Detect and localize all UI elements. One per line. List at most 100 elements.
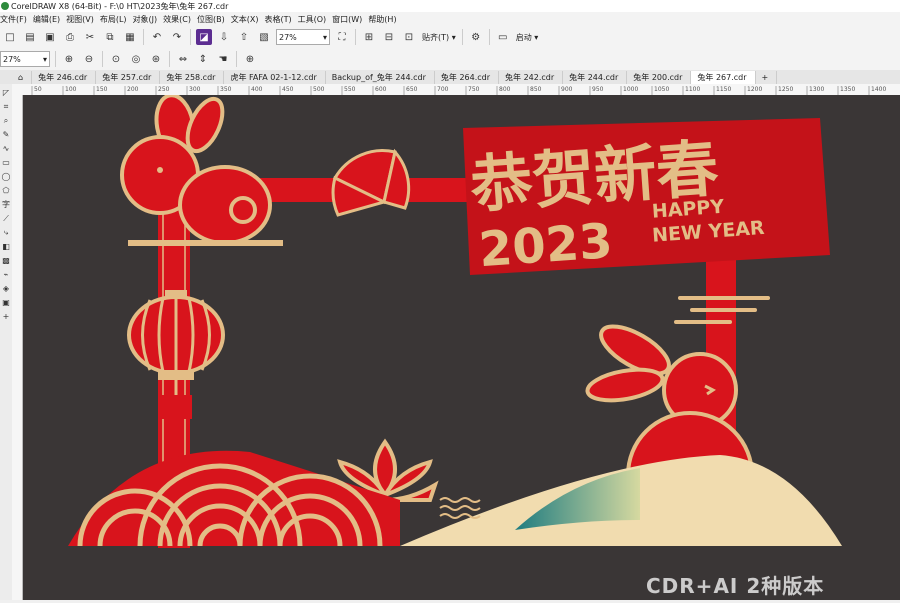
coreldraw-logo-icon [1,2,9,10]
zoom-selected-icon[interactable]: ⊙ [108,51,124,67]
drawing-canvas[interactable]: 恭贺新春 2023 HAPPY NEW YEAR [23,93,900,600]
tab-doc-244[interactable]: 兔年 244.cdr [563,71,628,84]
ruler-label: 500 [313,86,325,93]
zoom-width-icon[interactable]: ⇔ [175,51,191,67]
add-tab-icon[interactable]: + [756,71,778,84]
launch-dropdown[interactable]: 启动 ▾ [513,32,542,43]
ruler-label: 300 [189,86,201,93]
ruler-label: 900 [561,86,573,93]
export-icon[interactable]: ⇧ [236,29,252,45]
tab-doc-257[interactable]: 兔年 257.cdr [96,71,161,84]
chevron-down-icon: ▾ [534,32,539,42]
ruler-label: 250 [158,86,170,93]
zoom-out-icon[interactable]: ⊖ [81,51,97,67]
add-plus-icon[interactable]: ⊕ [242,51,258,67]
zoom-level-select[interactable]: 27% ▾ [276,29,330,45]
cut-icon[interactable]: ✂ [82,29,98,45]
rectangle-tool-icon[interactable]: ▭ [1,158,11,168]
polygon-tool-icon[interactable]: ⬠ [1,186,11,196]
transparency-tool-icon[interactable]: ▩ [1,256,11,266]
zoom-level-input[interactable]: 27% ▾ [0,51,50,67]
menu-window[interactable]: 窗口(W) [332,14,368,25]
tab-doc-242[interactable]: 兔年 242.cdr [499,71,564,84]
menu-file[interactable]: 文件(F) [0,14,33,25]
new-document-icon[interactable]: □ [2,29,18,45]
undo-icon[interactable]: ↶ [149,29,165,45]
menu-layout[interactable]: 布局(L) [100,14,133,25]
chevron-down-icon: ▾ [451,32,456,42]
lantern-ornament [127,290,225,395]
shape-tool-icon[interactable]: ◸ [1,88,11,98]
zoom-all-objects-icon[interactable]: ◎ [128,51,144,67]
ruler-label: 50 [34,86,42,93]
frame-left-band [158,395,192,419]
smart-fill-icon[interactable]: ▣ [1,298,11,308]
ruler-label: 200 [127,86,139,93]
tab-doc-backup-244[interactable]: Backup_of_兔年 244.cdr [326,71,435,84]
eyedropper-icon[interactable]: ⌁ [1,270,11,280]
interactive-fill-icon[interactable]: ◈ [1,284,11,294]
home-icon[interactable]: ⌂ [12,71,33,84]
paste-icon[interactable]: ▦ [122,29,138,45]
ellipse-tool-icon[interactable]: ◯ [1,172,11,182]
parallel-dimension-icon[interactable]: ⟋ [1,214,11,224]
full-screen-icon[interactable]: ⛶ [334,29,350,45]
menu-edit[interactable]: 编辑(E) [33,14,66,25]
document-tabs: ⌂ 兔年 246.cdr 兔年 257.cdr 兔年 258.cdr 虎年 FA… [0,70,900,84]
tab-doc-258[interactable]: 兔年 258.cdr [160,71,225,84]
drop-shadow-icon[interactable]: ◧ [1,242,11,252]
menu-table[interactable]: 表格(T) [264,14,297,25]
tab-doc-246[interactable]: 兔年 246.cdr [32,71,97,84]
tab-doc-tiger-fafa[interactable]: 虎年 FAFA 02-1-12.cdr [224,71,326,84]
property-bar: 27% ▾ ⊕ ⊖ ⊙ ◎ ⊛ ⇔ ⇕ ☚ ⊕ [0,48,900,71]
save-icon[interactable]: ▣ [42,29,58,45]
zoom-in-icon[interactable]: ⊕ [61,51,77,67]
vertical-ruler[interactable] [12,95,23,600]
menu-effects[interactable]: 效果(C) [163,14,197,25]
window-title: CorelDRAW X8 (64-Bit) - F:\0 HT\2023兔年\兔… [11,1,229,11]
show-rulers-icon[interactable]: ⊞ [361,29,377,45]
import-icon[interactable]: ⇩ [216,29,232,45]
zoom-tool-icon[interactable]: ⌕ [1,116,11,126]
snap-to-dropdown[interactable]: 贴齐(T) ▾ [419,32,459,43]
menu-object[interactable]: 对象(J) [133,14,164,25]
corel-connect-icon[interactable]: ◪ [196,29,212,45]
text-tool-icon[interactable]: 字 [1,200,11,210]
publish-pdf-icon[interactable]: ▧ [256,29,272,45]
copy-icon[interactable]: ⧉ [102,29,118,45]
crop-tool-icon[interactable]: ⌗ [1,102,11,112]
divider [355,29,356,45]
divider [488,29,490,45]
show-guidelines-icon[interactable]: ⊡ [401,29,417,45]
menu-help[interactable]: 帮助(H) [368,14,402,25]
zoom-height-icon[interactable]: ⇕ [195,51,211,67]
add-tool-icon[interactable]: + [1,312,11,322]
application-launcher-icon[interactable]: ▭ [495,29,511,45]
zoom-page-icon[interactable]: ⊛ [148,51,164,67]
divider [55,51,56,67]
hand-pan-icon[interactable]: ☚ [215,51,231,67]
print-icon[interactable]: ⎙ [62,29,78,45]
menu-text[interactable]: 文本(X) [231,14,265,25]
ruler-label: 1050 [654,86,669,93]
tab-doc-200[interactable]: 兔年 200.cdr [627,71,692,84]
ruler-label: 450 [282,86,294,93]
options-gear-icon[interactable]: ⚙ [468,29,484,45]
menu-view[interactable]: 视图(V) [66,14,100,25]
ruler-label: 950 [592,86,604,93]
freehand-tool-icon[interactable]: ✎ [1,130,11,140]
open-folder-icon[interactable]: ▤ [22,29,38,45]
tab-doc-264[interactable]: 兔年 264.cdr [435,71,500,84]
redo-icon[interactable]: ↷ [169,29,185,45]
ruler-label: 100 [65,86,77,93]
connector-tool-icon[interactable]: ⤷ [1,228,11,238]
menu-tools[interactable]: 工具(O) [298,14,333,25]
title-year: 2023 [477,213,614,278]
tab-doc-267[interactable]: 兔年 267.cdr [691,71,756,84]
show-grid-icon[interactable]: ⊟ [381,29,397,45]
menu-bitmap[interactable]: 位图(B) [197,14,231,25]
artistic-media-icon[interactable]: ∿ [1,144,11,154]
ruler-label: 1150 [716,86,731,93]
ruler-label: 1100 [685,86,700,93]
ruler-label: 1200 [747,86,762,93]
